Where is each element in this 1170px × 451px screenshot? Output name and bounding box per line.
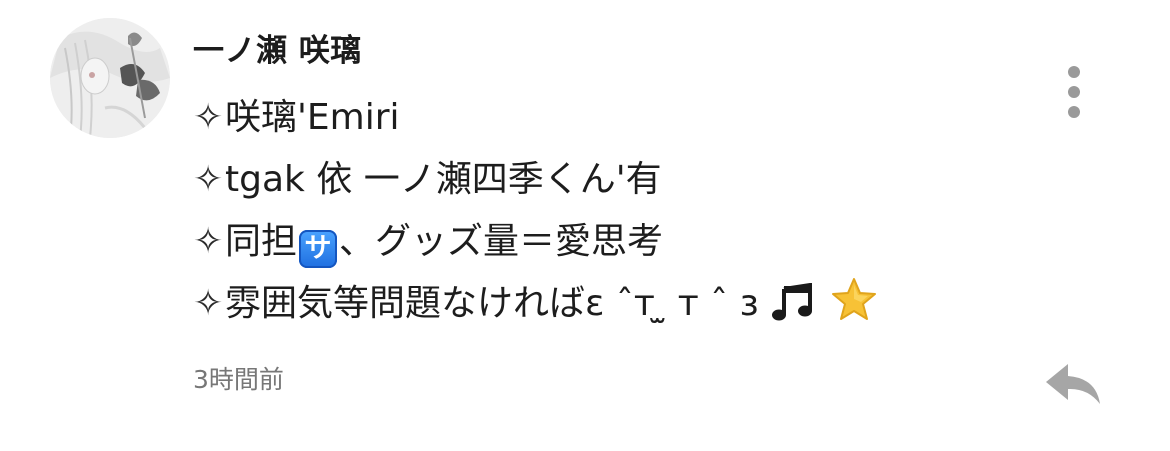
bio-line-text: tgak 依 一ノ瀬四季くん'有 (225, 159, 662, 200)
bio-line: ✧同担サ、グッズ量＝愛思考 (193, 214, 1093, 276)
sparkle-icon: ✧ (193, 97, 224, 138)
bio-line: ✧咲璃'Emiri (193, 90, 1093, 152)
sparkle-icon: ✧ (193, 159, 224, 200)
music-notes-icon (772, 282, 816, 340)
username[interactable]: 一ノ瀬 咲璃 (193, 25, 362, 70)
avatar[interactable] (50, 18, 170, 138)
bio-line: ✧雰囲気等問題なければε ˆт ̫ т ˆ з (193, 276, 1093, 338)
bio: ✧咲璃'Emiri ✧tgak 依 一ノ瀬四季くん'有 ✧同担サ、グッズ量＝愛思… (193, 90, 1093, 338)
bio-line-text: 、グッズ量＝愛思考 (339, 221, 664, 262)
bio-line: ✧tgak 依 一ノ瀬四季くん'有 (193, 152, 1093, 214)
more-vertical-icon (1068, 66, 1080, 78)
more-options-button[interactable] (1058, 64, 1090, 120)
bio-line-text: 同担 (225, 221, 298, 262)
comment-card: 一ノ瀬 咲璃 ✧咲璃'Emiri ✧tgak 依 一ノ瀬四季くん'有 ✧同担サ、… (0, 0, 1170, 451)
reply-arrow-icon (1046, 364, 1100, 404)
bio-line-text: 咲璃'Emiri (225, 97, 400, 138)
timestamp: 3時間前 (193, 365, 284, 394)
more-vertical-icon (1068, 106, 1080, 118)
reply-button[interactable] (1042, 358, 1106, 410)
sparkle-icon: ✧ (193, 283, 224, 324)
avatar-image (50, 18, 170, 138)
more-vertical-icon (1068, 86, 1080, 98)
sparkle-icon: ✧ (193, 221, 224, 262)
bio-line-text: 雰囲気等問題なければε ˆт ̫ т ˆ з (225, 283, 759, 324)
star-icon (830, 277, 878, 340)
sa-button-icon: サ (299, 230, 338, 268)
